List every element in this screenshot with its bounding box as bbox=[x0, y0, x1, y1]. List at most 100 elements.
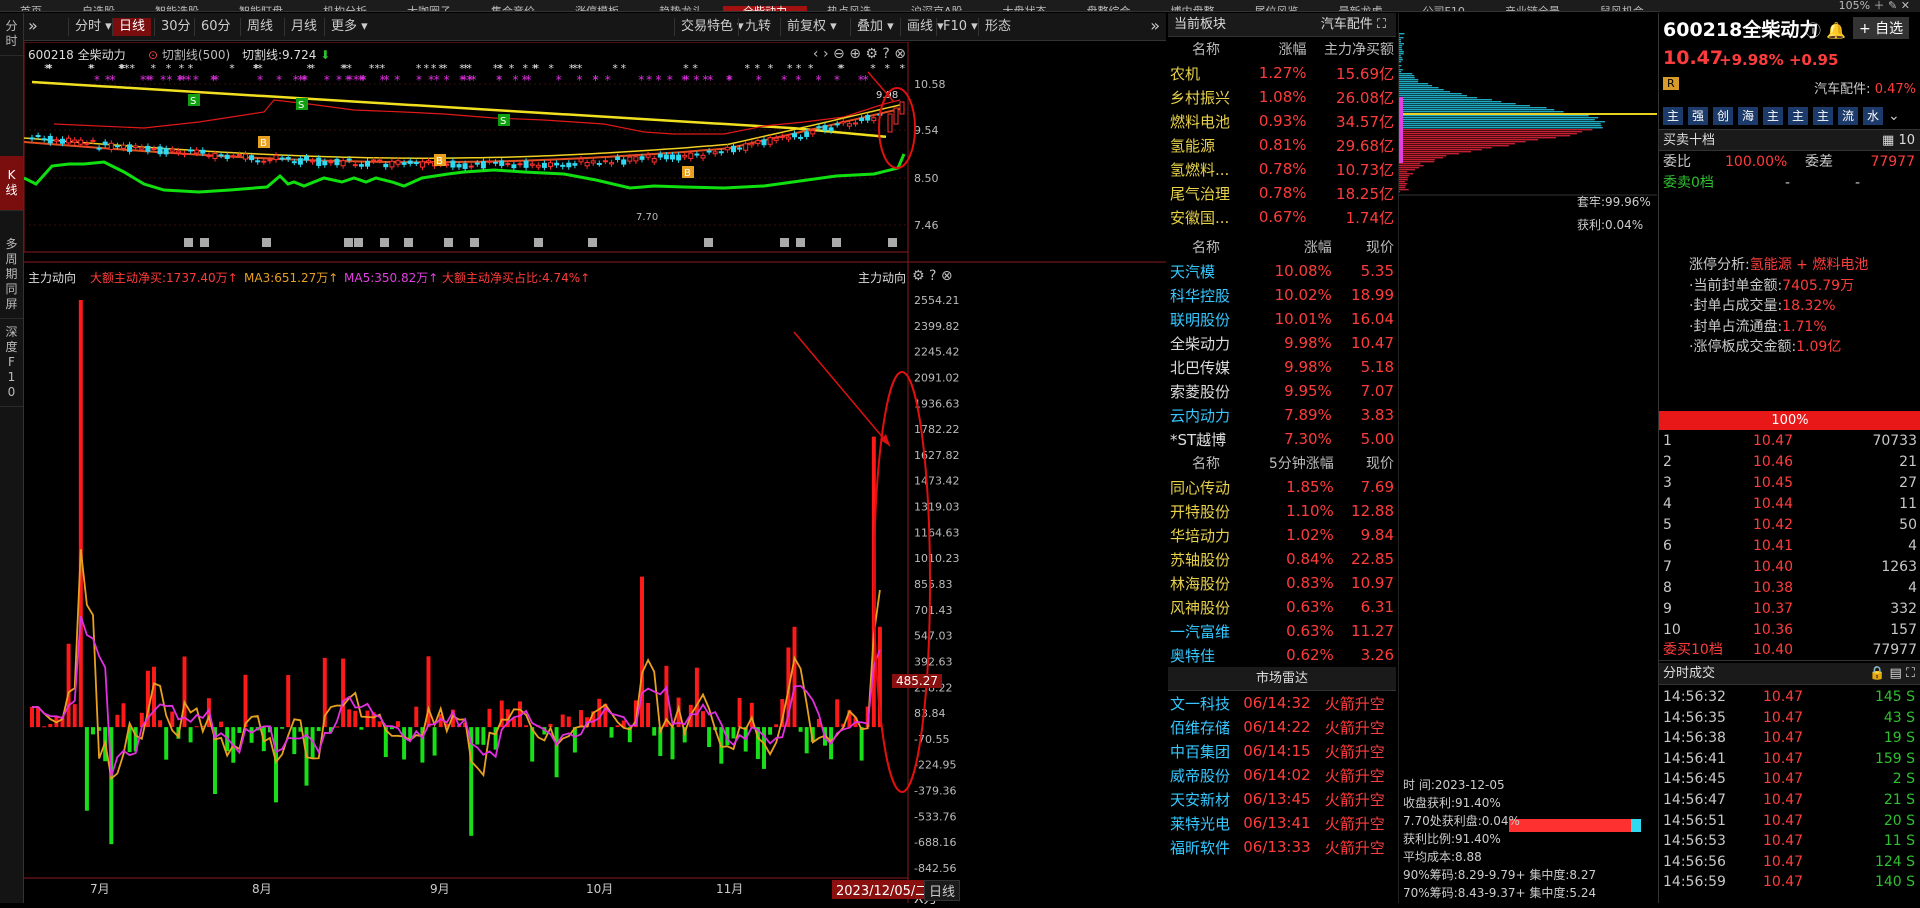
toolbar-item[interactable]: 叠加 ▾ bbox=[850, 18, 900, 36]
table-row[interactable]: 全柴动力9.98%10.47 bbox=[1168, 331, 1396, 355]
table-row[interactable]: 氢能源0.81%29.68亿 bbox=[1168, 133, 1396, 157]
top-tab[interactable]: 趋势龙头 bbox=[639, 6, 723, 12]
toolbar-item[interactable]: 九转 bbox=[738, 18, 777, 36]
table-row[interactable]: 天汽模10.08%5.35 bbox=[1168, 259, 1396, 283]
radar-row[interactable]: 莱特光电06/13:41火箭升空 bbox=[1168, 811, 1396, 835]
tag-button[interactable]: 创 bbox=[1713, 107, 1733, 125]
radar-row[interactable]: 威帝股份06/14:02火箭升空 bbox=[1168, 763, 1396, 787]
chart-icons[interactable]: ‹ › ⊖ ⊕ ⚙ ? ⊗ bbox=[813, 46, 906, 62]
add-watchlist-button[interactable]: + 自选 bbox=[1853, 17, 1909, 39]
table-row[interactable]: 联明股份10.01%16.04 bbox=[1168, 307, 1396, 331]
cut-line-label[interactable]: ⊙ 切割线(500) bbox=[148, 46, 230, 63]
tag-button[interactable]: 主 bbox=[1788, 107, 1808, 125]
toolbar-item[interactable]: 60分 bbox=[194, 18, 237, 36]
table-row[interactable]: *ST越博7.30%5.00 bbox=[1168, 427, 1396, 451]
table-row[interactable]: 林海股份0.83%10.97 bbox=[1168, 571, 1396, 595]
bid-row[interactable]: 510.4250 bbox=[1659, 515, 1920, 536]
expand-tags-icon[interactable]: ⌄ bbox=[1888, 108, 1900, 124]
bid-row[interactable]: 410.4411 bbox=[1659, 494, 1920, 515]
top-tab[interactable]: 智能盯盘 bbox=[219, 6, 303, 12]
period-label[interactable]: 日线 bbox=[924, 880, 960, 901]
toolbar-item[interactable]: 前复权 ▾ bbox=[780, 18, 843, 36]
table-row[interactable]: 开特股份1.10%12.88 bbox=[1168, 499, 1396, 523]
quote-icons[interactable]: ⓘ 🔔 bbox=[1805, 17, 1846, 41]
candle bbox=[305, 157, 309, 160]
tag-button[interactable]: 主 bbox=[1663, 107, 1683, 125]
table-row[interactable]: 安徽国...0.67%1.74亿 bbox=[1168, 205, 1396, 229]
top-tab[interactable]: 最新龙虎 bbox=[1319, 6, 1403, 12]
bid-row[interactable]: 910.37332 bbox=[1659, 599, 1920, 620]
candle bbox=[42, 139, 46, 140]
table-row[interactable]: 苏轴股份0.84%22.85 bbox=[1168, 547, 1396, 571]
table-row[interactable]: 奥特佳0.62%3.26 bbox=[1168, 643, 1396, 667]
table-row[interactable]: 云内动力7.89%3.83 bbox=[1168, 403, 1396, 427]
top-tab[interactable]: 集合竞价 bbox=[471, 6, 555, 12]
top-tab[interactable]: 全柴动力 bbox=[723, 6, 807, 12]
toolbar-item[interactable]: 月线 bbox=[284, 18, 323, 36]
tag-button[interactable]: 流 bbox=[1838, 107, 1858, 125]
sub-chart-icons[interactable]: ⚙ ? ⊗ bbox=[912, 268, 953, 284]
collapse-icon[interactable]: » bbox=[1150, 16, 1160, 35]
top-tab[interactable]: 盘整综合 bbox=[1067, 6, 1151, 12]
toolbar-item[interactable]: 更多 ▾ bbox=[324, 18, 374, 36]
bid-row[interactable]: 710.401263 bbox=[1659, 557, 1920, 578]
top-tab[interactable]: 公司F10 bbox=[1403, 6, 1485, 12]
top-tab[interactable]: 机构分析 bbox=[303, 6, 387, 12]
table-row[interactable]: 乡村振兴1.08%26.08亿 bbox=[1168, 85, 1396, 109]
window-controls[interactable]: 105% ＋ ✎ ✕ bbox=[1660, 0, 1920, 12]
bid-row[interactable]: 810.384 bbox=[1659, 578, 1920, 599]
radar-row[interactable]: 中百集团06/14:15火箭升空 bbox=[1168, 739, 1396, 763]
top-tab[interactable]: 产业链全景 bbox=[1485, 6, 1580, 12]
tag-button[interactable]: 主 bbox=[1813, 107, 1833, 125]
radar-row[interactable]: 文一科技06/14:32火箭升空 bbox=[1168, 691, 1396, 715]
bid-row[interactable]: 310.4527 bbox=[1659, 473, 1920, 494]
table-row[interactable]: 尾气治理0.78%18.25亿 bbox=[1168, 181, 1396, 205]
left-strip-item[interactable]: 分 时 bbox=[0, 13, 23, 56]
top-tab[interactable]: 大盘状态 bbox=[983, 6, 1067, 12]
table-row[interactable]: 一汽富维0.63%11.27 bbox=[1168, 619, 1396, 643]
candle bbox=[201, 150, 205, 153]
tag-button[interactable]: 水 bbox=[1863, 107, 1883, 125]
table-row[interactable]: 氢燃料...0.78%10.73亿 bbox=[1168, 157, 1396, 181]
radar-row[interactable]: 佰维存储06/14:22火箭升空 bbox=[1168, 715, 1396, 739]
table-row[interactable]: 科华控股10.02%18.99 bbox=[1168, 283, 1396, 307]
tag-button[interactable]: 强 bbox=[1688, 107, 1708, 125]
table-row[interactable]: 农机1.27%15.69亿 bbox=[1168, 61, 1396, 85]
left-strip-item[interactable]: 深 度 F 1 0 bbox=[0, 319, 23, 407]
toolbar-item[interactable]: 30分 bbox=[154, 18, 197, 36]
top-tab[interactable]: 博内盘整 bbox=[1151, 6, 1235, 12]
bid-row[interactable]: 610.414 bbox=[1659, 536, 1920, 557]
bid-row[interactable]: 110.4770733 bbox=[1659, 431, 1920, 452]
radar-row[interactable]: 福昕软件06/13:33火箭升空 bbox=[1168, 835, 1396, 859]
table-row[interactable]: 北巴传媒9.98%5.18 bbox=[1168, 355, 1396, 379]
top-tab[interactable]: 涨停模板 bbox=[555, 6, 639, 12]
bid-row[interactable]: 210.4621 bbox=[1659, 452, 1920, 473]
top-tab[interactable]: 大咖圈子 bbox=[387, 6, 471, 12]
table-row[interactable]: 索菱股份9.95%7.07 bbox=[1168, 379, 1396, 403]
top-tab[interactable]: 鼠风机会 bbox=[1580, 6, 1660, 12]
chip-bar bbox=[1399, 175, 1409, 176]
top-tab[interactable]: 尾位风览 bbox=[1235, 6, 1319, 12]
table-row[interactable]: 燃料电池0.93%34.57亿 bbox=[1168, 109, 1396, 133]
bid-row[interactable]: 1010.36157 bbox=[1659, 620, 1920, 641]
tag-button[interactable]: 海 bbox=[1738, 107, 1758, 125]
toolbar-item[interactable]: 形态 bbox=[978, 18, 1017, 36]
table-row[interactable]: 风神股份0.63%6.31 bbox=[1168, 595, 1396, 619]
toolbar-item[interactable]: 分时 ▾ bbox=[68, 18, 118, 36]
toolbar-item[interactable]: 日线 bbox=[112, 18, 151, 36]
toolbar-item[interactable]: 周线 bbox=[240, 18, 279, 36]
top-tab[interactable]: 智能选股 bbox=[135, 6, 219, 12]
table-row[interactable]: 华培动力1.02%9.84 bbox=[1168, 523, 1396, 547]
top-tab[interactable]: 自选股 bbox=[62, 6, 135, 12]
expand-icon[interactable]: » bbox=[28, 16, 38, 35]
tag-button[interactable]: 主 bbox=[1763, 107, 1783, 125]
left-strip-item[interactable]: K 线 bbox=[0, 156, 23, 211]
candle bbox=[250, 156, 254, 160]
top-tab[interactable]: 沪深京A股 bbox=[891, 6, 983, 12]
top-tab[interactable]: 热点风选 bbox=[807, 6, 891, 12]
left-strip-item[interactable]: 多 周 期 同 屏 bbox=[0, 231, 23, 319]
table-row[interactable]: 同心传动1.85%7.69 bbox=[1168, 475, 1396, 499]
radar-row[interactable]: 天安新材06/13:45火箭升空 bbox=[1168, 787, 1396, 811]
toolbar-item[interactable]: F10 ▾ bbox=[936, 18, 984, 36]
top-tab[interactable]: 首页 bbox=[0, 6, 62, 12]
